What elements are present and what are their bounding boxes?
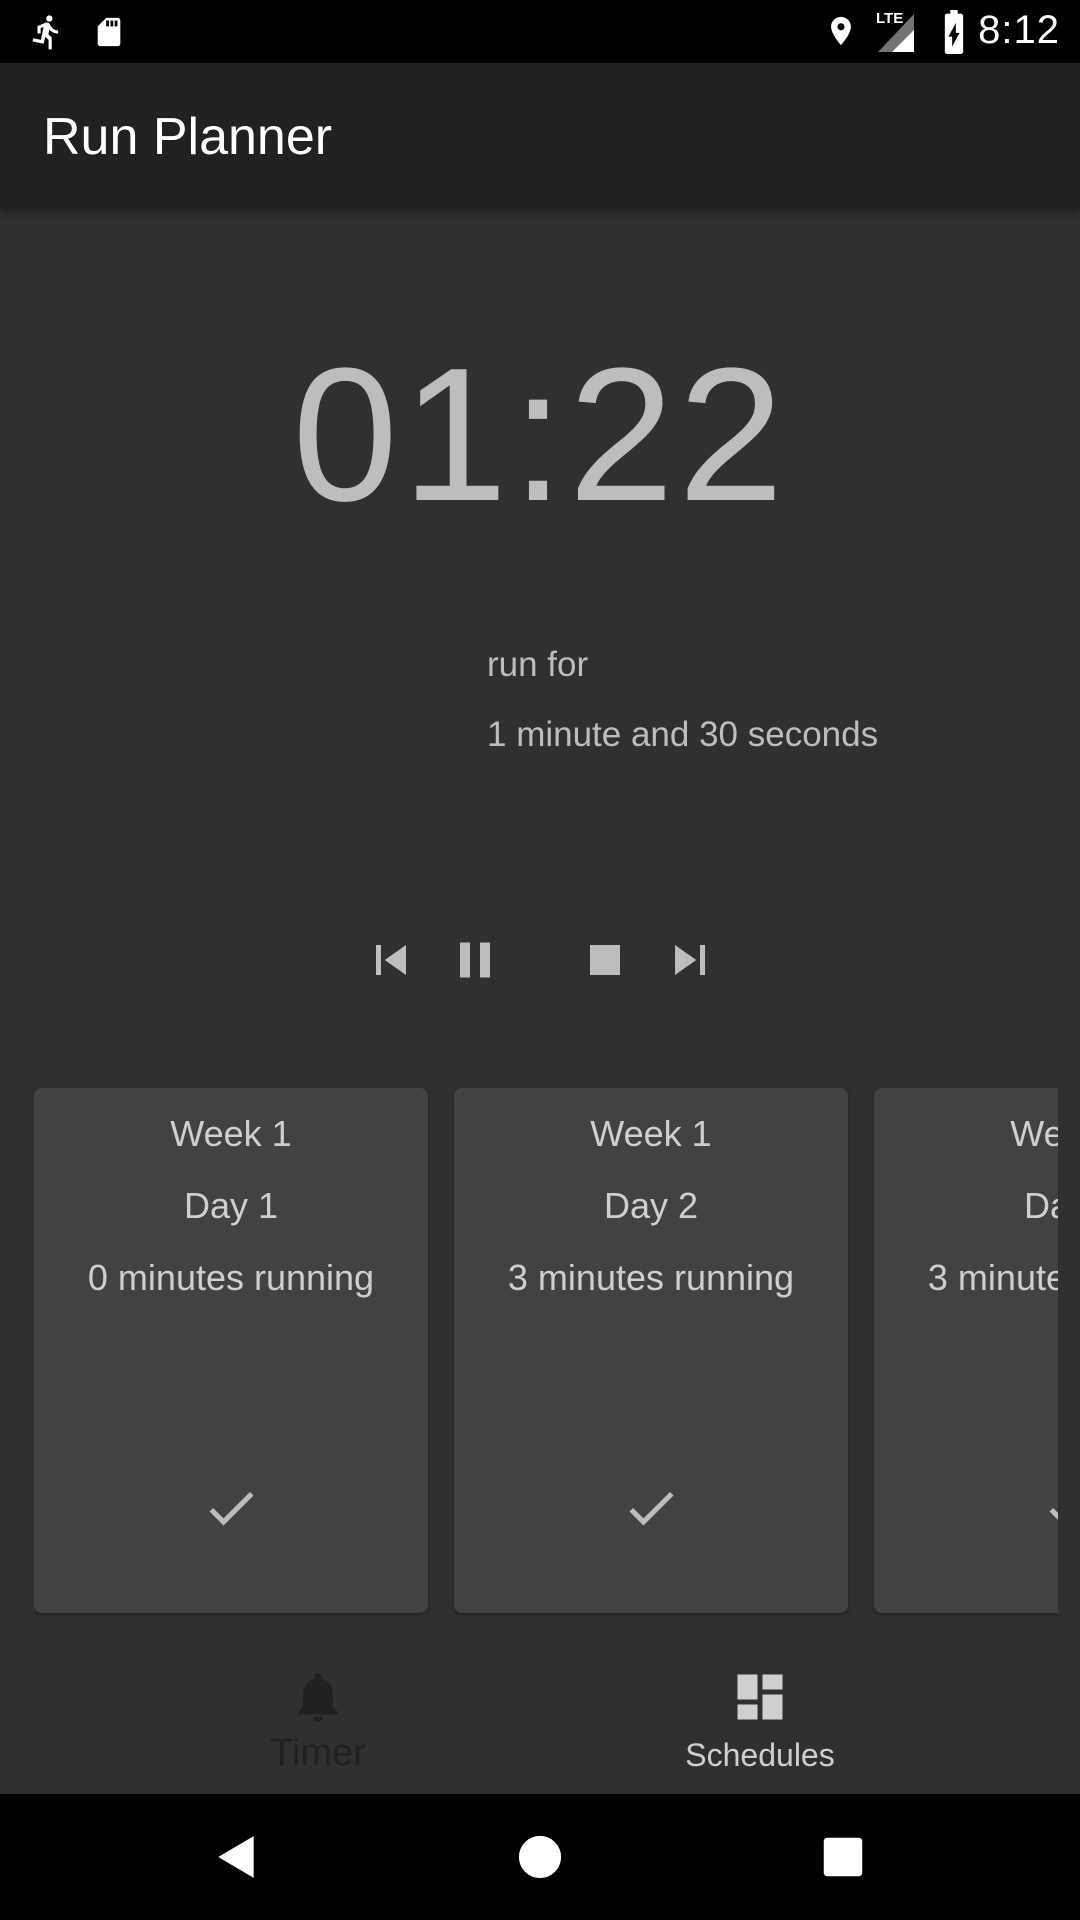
pause-icon[interactable] bbox=[445, 930, 505, 990]
card-summary: 3 minutes running bbox=[927, 1257, 1058, 1298]
instruction-value: 1 minute and 30 seconds bbox=[487, 715, 879, 754]
stop-icon[interactable] bbox=[575, 930, 635, 990]
card-day: Day 1 bbox=[183, 1185, 279, 1226]
card-summary: 0 minutes running bbox=[87, 1257, 375, 1298]
card-day: Day 3 bbox=[1023, 1185, 1058, 1226]
home-icon[interactable] bbox=[517, 1834, 563, 1880]
app-title: Run Planner bbox=[43, 108, 333, 166]
nav-label-timer: Timer bbox=[270, 1732, 366, 1774]
location-icon bbox=[831, 16, 851, 46]
dashboard-icon bbox=[737, 1674, 783, 1720]
schedule-card[interactable]: Week 1 Day 2 3 minutes running bbox=[454, 1088, 848, 1613]
check-icon bbox=[629, 1491, 674, 1526]
card-week: Week 1 bbox=[590, 1113, 712, 1154]
schedule-card[interactable]: Week 1 Day 1 0 minutes running bbox=[34, 1088, 428, 1613]
bell-icon bbox=[298, 1673, 338, 1722]
nav-item-schedules[interactable]: Schedules bbox=[630, 1632, 890, 1794]
instruction-label: run for bbox=[487, 645, 589, 684]
card-week: Week 1 bbox=[170, 1113, 292, 1154]
system-navigation-bar bbox=[0, 1794, 1080, 1920]
lte-signal-icon: LTE bbox=[872, 8, 916, 54]
back-icon[interactable] bbox=[212, 1832, 262, 1882]
timer-display: 01:22 bbox=[292, 329, 788, 541]
card-day: Day 2 bbox=[603, 1185, 699, 1226]
running-person-icon bbox=[32, 15, 59, 50]
nav-item-timer[interactable]: Timer bbox=[188, 1632, 448, 1794]
check-icon bbox=[1049, 1508, 1058, 1520]
nav-label-schedules: Schedules bbox=[685, 1737, 835, 1773]
app-bar: Run Planner bbox=[0, 63, 1080, 209]
schedule-carousel[interactable]: Week 1 Day 1 0 minutes running Week 1 Da… bbox=[34, 1088, 1058, 1616]
skip-previous-icon[interactable] bbox=[361, 930, 421, 990]
check-icon bbox=[209, 1491, 254, 1526]
card-summary: 3 minutes running bbox=[507, 1257, 795, 1298]
bottom-navigation: Timer Schedules bbox=[0, 1632, 1080, 1794]
clock: 8:12 bbox=[978, 8, 1060, 52]
status-bar: LTE 8:12 bbox=[0, 0, 1080, 63]
skip-next-icon[interactable] bbox=[660, 930, 720, 990]
card-week: Week 1 bbox=[1010, 1113, 1058, 1154]
battery-charging-icon bbox=[944, 10, 964, 54]
recents-icon[interactable] bbox=[822, 1836, 864, 1878]
schedule-card[interactable]: Week 1 Day 3 3 minutes running bbox=[874, 1088, 1058, 1613]
sd-card-icon bbox=[97, 17, 121, 47]
